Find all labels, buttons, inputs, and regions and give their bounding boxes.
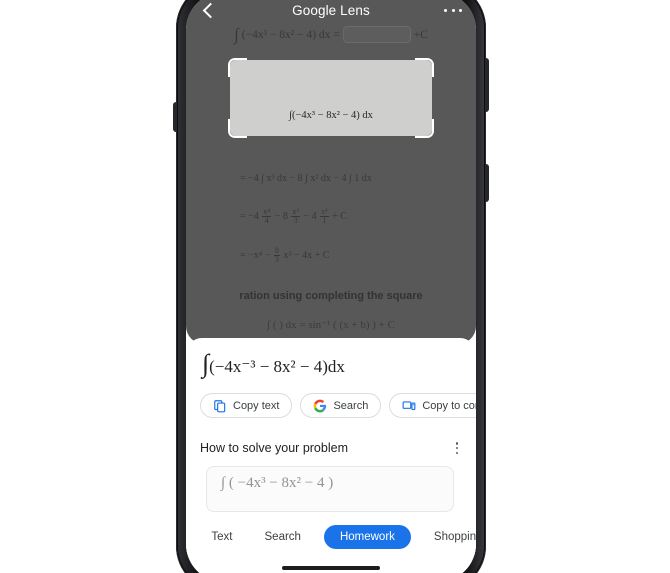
worksheet-step-2: = −4 x⁴ 4 − 8 x³ 3 − 4 x¹ 1 + C	[240, 207, 347, 226]
more-horizontal-icon[interactable]	[444, 1, 462, 19]
lens-selection-box[interactable]: ∫(−4x³ − 8x² − 4) dx	[228, 58, 434, 138]
selection-corner-top-right[interactable]	[415, 58, 434, 77]
step3-fraction: 8 3	[273, 246, 280, 265]
top-equation-suffix: +C	[413, 28, 428, 41]
how-to-solve-header: How to solve your problem	[200, 440, 464, 456]
selection-corner-bottom-right[interactable]	[415, 119, 434, 138]
tab-search[interactable]: Search	[256, 526, 310, 548]
answer-input-box[interactable]	[342, 26, 411, 43]
step3-frac-den: 3	[274, 255, 279, 265]
selection-corner-top-left[interactable]	[228, 58, 247, 77]
tabbar-scroll-container[interactable]: e Text Search Homework Shopping Places	[186, 525, 476, 549]
step3-lead: = −x⁴ −	[240, 250, 271, 262]
dot-2	[451, 8, 455, 12]
step2-frac1-den: 4	[264, 216, 269, 226]
selection-corner-bottom-left[interactable]	[228, 119, 247, 138]
worksheet-step-3: = −x⁴ − 8 3 x³ − 4x + C	[240, 246, 330, 265]
page-title: Google Lens	[218, 3, 444, 18]
chevron-left-icon[interactable]	[200, 1, 218, 19]
kebab-dot-2	[455, 446, 459, 450]
tab-homework[interactable]: Homework	[323, 525, 411, 549]
step2-fraction-3: x¹ 1	[320, 207, 329, 226]
title-google: Google	[292, 2, 337, 18]
dot-3	[459, 8, 462, 12]
tab-text[interactable]: Text	[202, 526, 241, 548]
tab-translate-clipped[interactable]: e	[186, 526, 188, 548]
worksheet-section-heading: ration using completing the square	[239, 290, 423, 302]
how-to-card-equation: ∫ ( −4x³ − 8x² − 4 )	[221, 475, 334, 491]
how-to-solve-card[interactable]: ∫ ( −4x³ − 8x² − 4 )	[206, 466, 454, 512]
result-formula-body: (−4x⁻³ − 8x² − 4)dx	[209, 357, 345, 376]
search-chip-label: Search	[333, 399, 369, 412]
step2-fraction-1: x⁴ 4	[262, 207, 272, 226]
copy-icon	[214, 399, 226, 412]
kebab-dot-1	[455, 442, 459, 445]
camera-viewfinder[interactable]: ∫ (−4x³ − 8x² − 4) dx = +C = −4 ∫ x³ dx …	[186, 0, 476, 344]
step2-tail: + C	[332, 211, 347, 223]
selection-highlight-fill	[230, 60, 432, 136]
step3-tail: x³ − 4x + C	[283, 250, 330, 262]
step2-frac2-den: 3	[293, 216, 298, 226]
copy-text-chip-label: Copy text	[233, 399, 280, 412]
volume-down-button[interactable]	[485, 164, 489, 202]
worksheet-top-equation: ∫ (−4x³ − 8x² − 4) dx = +C	[234, 26, 428, 43]
home-indicator[interactable]	[282, 566, 380, 570]
copy-to-computer-chip[interactable]: Copy to computer	[389, 393, 476, 418]
step2-fraction-2: x³ 3	[291, 207, 300, 226]
worksheet-bottom-peek-equation: ∫ ( ) dx = sin⁻¹ ( (x + b) ) + C	[267, 319, 395, 331]
title-lens: Lens	[336, 2, 370, 18]
copy-to-computer-chip-label: Copy to computer	[422, 399, 476, 412]
kebab-dot-3	[455, 451, 459, 454]
copy-text-chip[interactable]: Copy text	[200, 393, 293, 418]
recognized-formula: ∫(−4x⁻³ − 8x² − 4)dx	[202, 351, 345, 377]
lens-top-bar: Google Lens	[186, 0, 476, 28]
top-equation-expression: (−4x³ − 8x² − 4) dx =	[241, 28, 340, 41]
worksheet-step-1: = −4 ∫ x³ dx − 8 ∫ x² dx − 4 ∫ 1 dx	[240, 173, 372, 184]
power-button[interactable]	[173, 102, 177, 132]
dot-1	[444, 8, 447, 12]
screenshot-stage: ∫ (−4x³ − 8x² − 4) dx = +C = −4 ∫ x³ dx …	[0, 0, 670, 573]
action-chip-row: Copy text Search Copy to co	[200, 393, 476, 418]
how-to-solve-title: How to solve your problem	[200, 441, 348, 455]
search-chip[interactable]: Search	[300, 393, 382, 418]
lens-mode-tabbar: e Text Search Homework Shopping Places	[186, 520, 476, 554]
google-g-icon	[314, 399, 327, 412]
phone-screen: ∫ (−4x³ − 8x² − 4) dx = +C = −4 ∫ x³ dx …	[186, 0, 476, 573]
step2-mid-2: − 4	[303, 211, 317, 223]
step2-lead: = −4	[240, 211, 259, 223]
integral-symbol: ∫	[234, 24, 239, 44]
laptop-icon	[402, 400, 416, 410]
volume-up-button[interactable]	[485, 58, 489, 112]
step2-frac3-den: 1	[322, 216, 327, 226]
step2-mid-1: − 8	[274, 211, 288, 223]
selection-equation: ∫(−4x³ − 8x² − 4) dx	[289, 110, 373, 121]
tab-shopping[interactable]: Shopping	[425, 526, 476, 548]
results-bottom-sheet: ∫(−4x⁻³ − 8x² − 4)dx Copy text Search Co…	[186, 338, 476, 573]
more-vertical-icon[interactable]	[450, 440, 464, 456]
